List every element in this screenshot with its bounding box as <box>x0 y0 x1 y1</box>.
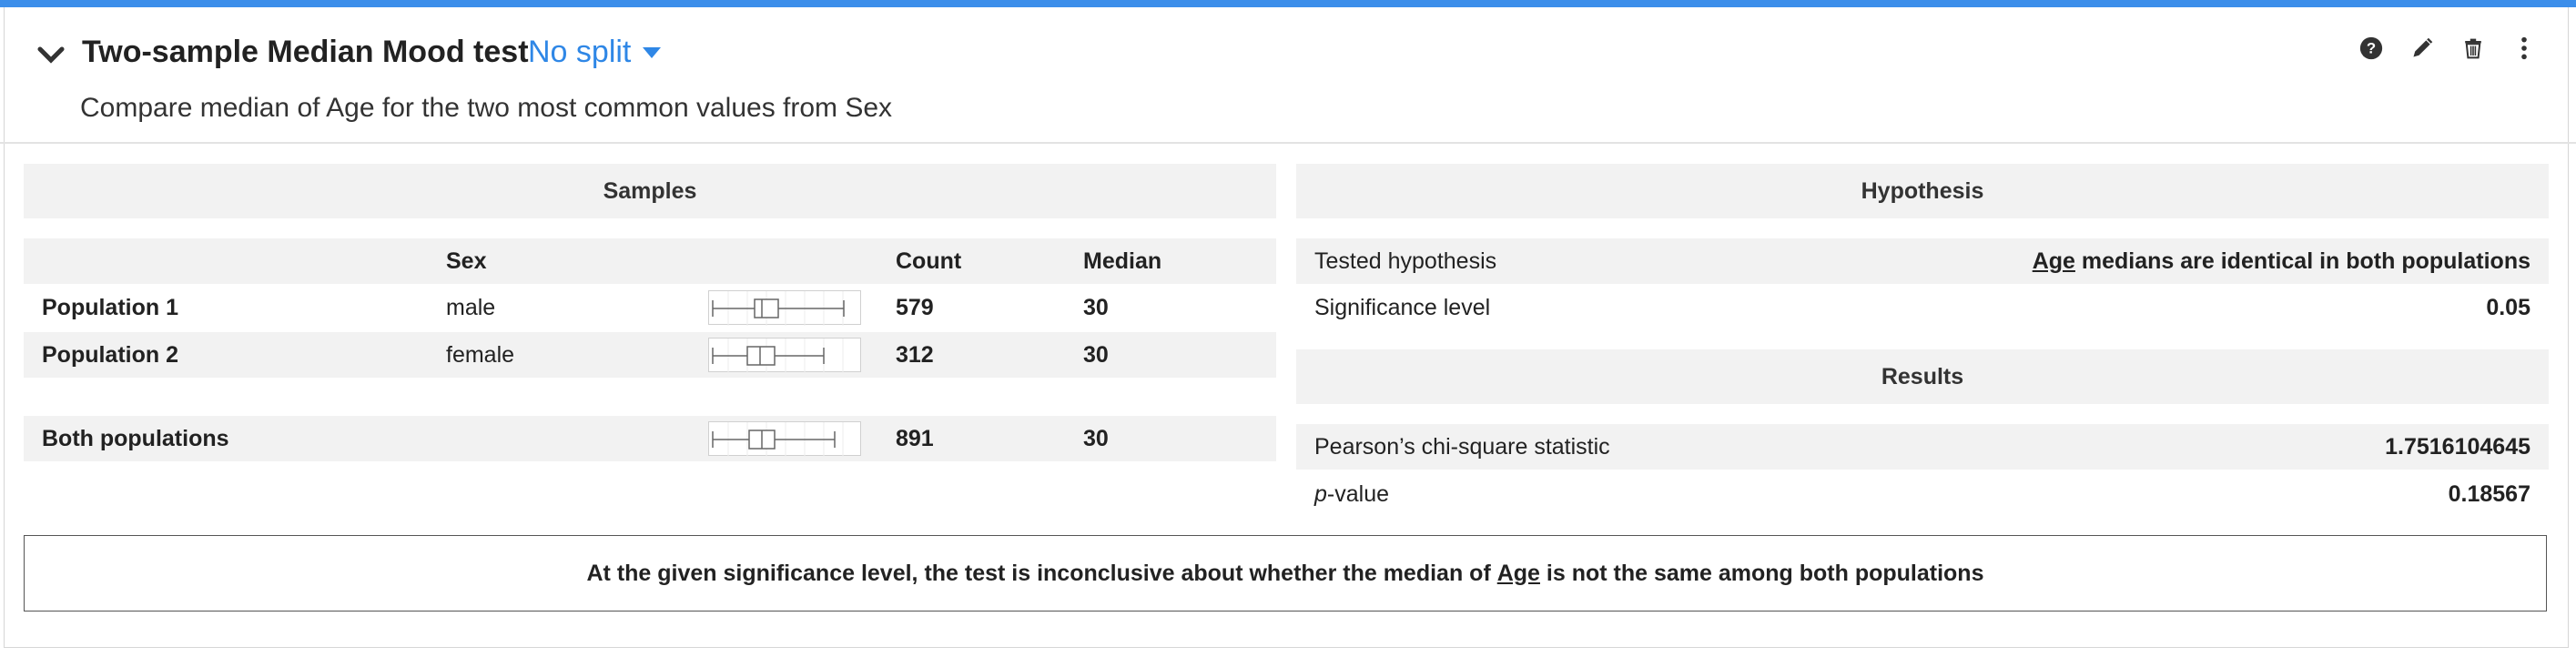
row-label: Population 2 <box>42 342 178 368</box>
chi-square-label: Pearson’s chi-square statistic <box>1314 434 1610 460</box>
row-label: Population 1 <box>42 295 178 320</box>
column-median: Median <box>1083 248 1162 274</box>
samples-header: Samples <box>24 164 1276 218</box>
column-count: Count <box>896 248 962 274</box>
row-median: 30 <box>1083 342 1109 368</box>
significance-label: Significance level <box>1314 295 1491 320</box>
table-row: Both populations 891 30 <box>24 416 1276 461</box>
card-header: Two-sample Median Mood test No split Com… <box>0 7 2576 144</box>
column-sex: Sex <box>446 248 487 274</box>
hypothesis-header: Hypothesis <box>1296 164 2549 218</box>
trash-icon[interactable] <box>2459 35 2487 62</box>
row-count: 312 <box>896 342 934 368</box>
caret-down-icon <box>643 46 662 58</box>
boxplot-mini <box>708 421 861 457</box>
svg-text:?: ? <box>2367 40 2376 57</box>
boxplot-mini <box>708 290 861 326</box>
p-value: 0.18567 <box>2448 481 2530 507</box>
row-group: female <box>446 342 515 368</box>
pencil-icon[interactable] <box>2409 35 2436 62</box>
card-subtitle: Compare median of Age for the two most c… <box>80 93 893 123</box>
conclusion-before: At the given significance level, the tes… <box>586 560 1497 586</box>
conclusion-variable: Age <box>1496 560 1540 586</box>
more-vertical-icon[interactable] <box>2510 35 2538 62</box>
hypothesis-row: Tested hypothesis Age medians are identi… <box>1296 238 2549 284</box>
row-median: 30 <box>1083 295 1109 320</box>
row-median: 30 <box>1083 426 1109 451</box>
table-row: Population 1 male 579 30 <box>24 285 1276 330</box>
chi-square-row: Pearson’s chi-square statistic 1.7516104… <box>1296 424 2549 470</box>
row-label: Both populations <box>42 426 229 451</box>
p-value-label: p-value <box>1314 471 1389 517</box>
table-row: Population 2 female 312 30 <box>24 332 1276 378</box>
p-italic: p <box>1314 481 1327 507</box>
split-label: No split <box>528 35 632 69</box>
p-value-row: p-value 0.18567 <box>1296 471 2549 517</box>
split-dropdown[interactable]: No split <box>528 35 662 70</box>
card-title: Two-sample Median Mood test <box>82 35 529 69</box>
card-actions: ? <box>2358 35 2538 62</box>
boxplot-mini <box>708 338 861 373</box>
conclusion-after: is not the same among both populations <box>1539 560 1984 586</box>
row-count: 579 <box>896 295 934 320</box>
chi-square-value: 1.7516104645 <box>2385 434 2530 460</box>
row-group: male <box>446 295 496 320</box>
results-header: Results <box>1296 349 2549 404</box>
tested-hypothesis-label: Tested hypothesis <box>1314 248 1497 274</box>
chevron-down-icon[interactable] <box>35 38 67 71</box>
help-icon[interactable]: ? <box>2358 35 2385 62</box>
tested-hypothesis-value: Age medians are identical in both popula… <box>2033 238 2530 284</box>
row-count: 891 <box>896 426 934 451</box>
card-accent-bar <box>0 0 2576 7</box>
significance-value: 0.05 <box>2486 295 2530 320</box>
p-rest: -value <box>1326 481 1389 507</box>
significance-row: Significance level 0.05 <box>1296 285 2549 330</box>
samples-column-headers: Sex Count Median <box>24 238 1276 284</box>
conclusion-box: At the given significance level, the tes… <box>24 535 2547 612</box>
tested-hypothesis-text: medians are identical in both population… <box>2074 248 2530 274</box>
tested-variable: Age <box>2032 248 2075 274</box>
